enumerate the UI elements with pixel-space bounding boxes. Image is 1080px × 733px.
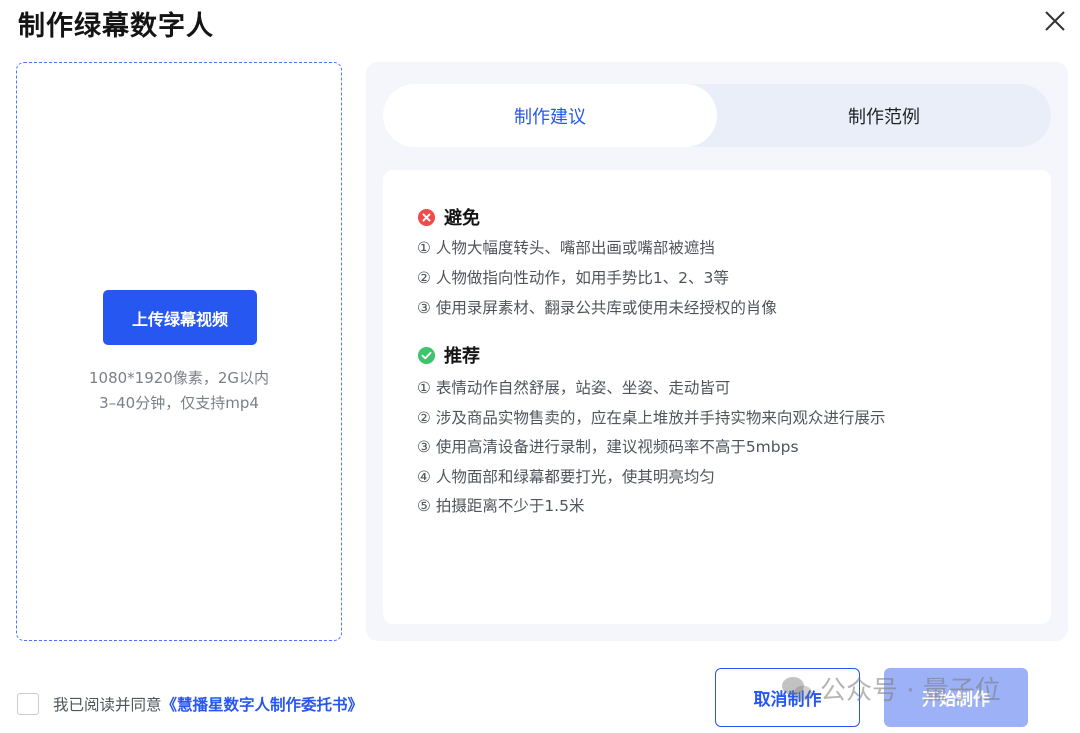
avoid-item: ② 人物做指向性动作，如用手势比1、2、3等 — [417, 269, 729, 287]
agreement-row: 我已阅读并同意 《慧播星数字人制作委托书》 — [17, 693, 363, 715]
close-icon[interactable] — [1042, 8, 1068, 34]
dialog-title: 制作绿幕数字人 — [18, 11, 214, 42]
tab-suggestions[interactable]: 制作建议 — [383, 84, 717, 147]
recommend-item: ③ 使用高清设备进行录制，建议视频码率不高于5mbps — [417, 438, 799, 456]
cancel-button[interactable]: 取消制作 — [715, 668, 860, 727]
recommend-heading-label: 推荐 — [444, 346, 480, 367]
upload-hint-resolution: 1080*1920像素，2G以内 — [88, 369, 269, 387]
upload-hint-duration: 3–40分钟，仅支持mp4 — [99, 394, 259, 412]
agreement-checkbox[interactable] — [17, 693, 39, 715]
avoid-item: ① 人物大幅度转头、嘴部出画或嘴部被遮挡 — [417, 239, 715, 257]
create-greenscreen-avatar-dialog: 制作绿幕数字人 上传绿幕视频 1080*1920像素，2G以内 3–40分钟，仅… — [0, 0, 1080, 733]
avoid-item: ③ 使用录屏素材、翻录公共库或使用未经授权的肖像 — [417, 299, 777, 317]
guidance-panel: 制作建议 制作范例 避免 ① 人物大幅度转头、嘴部出画或嘴部被遮挡 ② 人物做指… — [366, 62, 1068, 641]
upload-video-button[interactable]: 上传绿幕视频 — [103, 290, 257, 345]
agreement-text: 我已阅读并同意 — [53, 696, 162, 714]
avoid-heading-label: 避免 — [444, 208, 480, 229]
check-circle-icon — [417, 346, 436, 364]
tab-bar: 制作建议 制作范例 — [383, 84, 1051, 147]
recommend-item: ④ 人物面部和绿幕都要打光，使其明亮均匀 — [417, 468, 715, 486]
suggestions-content: 避免 ① 人物大幅度转头、嘴部出画或嘴部被遮挡 ② 人物做指向性动作，如用手势比… — [383, 170, 1051, 624]
recommend-heading: 推荐 — [417, 342, 480, 368]
recommend-item: ⑤ 拍摄距离不少于1.5米 — [417, 497, 585, 515]
error-circle-icon — [417, 208, 436, 226]
recommend-item: ② 涉及商品实物售卖的，应在桌上堆放并手持实物来向观众进行展示 — [417, 409, 886, 427]
avoid-heading: 避免 — [417, 204, 480, 230]
recommend-item: ① 表情动作自然舒展，站姿、坐姿、走动皆可 — [417, 379, 731, 397]
upload-dropzone[interactable]: 上传绿幕视频 1080*1920像素，2G以内 3–40分钟，仅支持mp4 — [16, 62, 342, 641]
start-button[interactable]: 开始制作 — [884, 668, 1028, 727]
tab-examples[interactable]: 制作范例 — [717, 84, 1051, 147]
agreement-link[interactable]: 《慧播星数字人制作委托书》 — [162, 693, 364, 715]
